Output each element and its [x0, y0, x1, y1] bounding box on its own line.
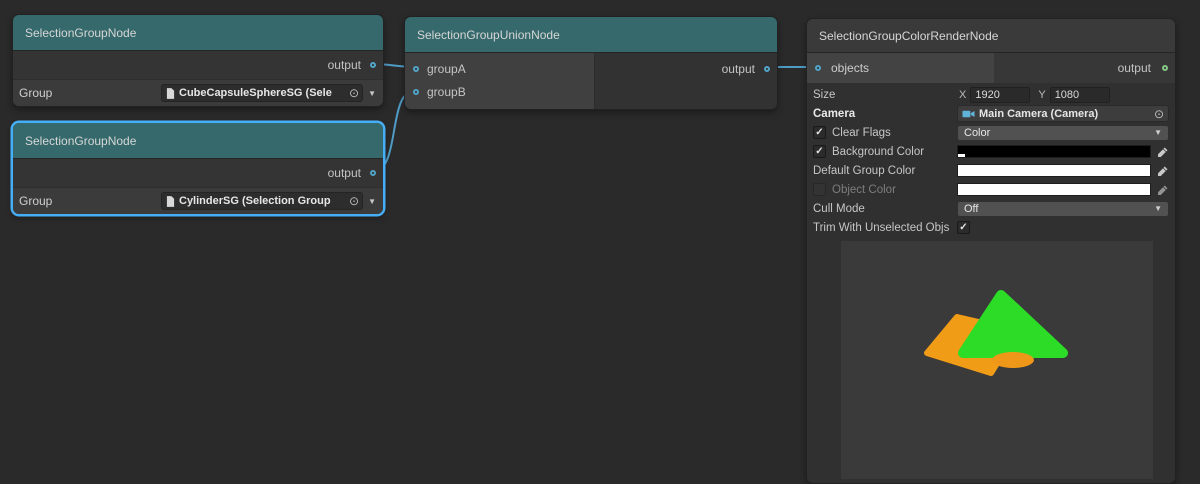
- group-object-name: CylinderSG (Selection Group: [179, 195, 344, 207]
- render-output-port[interactable]: [1162, 65, 1168, 71]
- node-header[interactable]: SelectionGroupNode: [13, 123, 383, 159]
- group-object-name: CubeCapsuleSphereSG (Sele: [179, 87, 344, 99]
- size-row: Size X Y: [811, 85, 1175, 104]
- default-group-color-label: Default Group Color: [813, 165, 915, 177]
- group-row: Group CylinderSG (Selection Group ⊙ ▼: [13, 187, 383, 214]
- selection-group-union-node[interactable]: SelectionGroupUnionNode groupA groupB ou…: [404, 16, 778, 110]
- selection-group-asset-icon: [166, 88, 175, 99]
- clear-flags-dropdown[interactable]: Color ▼: [957, 125, 1169, 141]
- object-color-row: Object Color: [811, 180, 1175, 199]
- output-port-label: output: [328, 166, 361, 180]
- node-title: SelectionGroupNode: [25, 26, 136, 40]
- node-header[interactable]: SelectionGroupNode: [13, 15, 383, 51]
- background-color-checkbox[interactable]: ✓: [813, 145, 826, 158]
- size-x-input[interactable]: [970, 87, 1030, 103]
- output-row: output: [13, 51, 383, 79]
- cull-mode-value: Off: [964, 203, 978, 215]
- objects-port-label: objects: [831, 61, 869, 75]
- output-port-label: output: [722, 62, 755, 76]
- output-port[interactable]: [370, 62, 376, 68]
- trim-row: Trim With Unselected Objs ✓: [811, 218, 1175, 237]
- render-preview: [841, 241, 1153, 479]
- cull-mode-row: Cull Mode Off ▼: [811, 199, 1175, 218]
- group-field-label: Group: [13, 86, 161, 100]
- input-ports-panel: groupA groupB: [405, 53, 595, 109]
- preview-green-cone: [963, 295, 1063, 353]
- output-row: output: [595, 57, 777, 80]
- camera-icon: [962, 109, 975, 119]
- eyedropper-icon[interactable]: [1157, 146, 1169, 158]
- output-port-label: output: [328, 58, 361, 72]
- ports-row: objects output: [807, 53, 1175, 83]
- y-axis-label: Y: [1038, 89, 1045, 101]
- size-y-input[interactable]: [1050, 87, 1110, 103]
- group-row: Group CubeCapsuleSphereSG (Sele ⊙ ▼: [13, 79, 383, 106]
- inspector-panel: Size X Y Camera Main Camera (: [807, 83, 1175, 479]
- foldout-arrow-icon[interactable]: ▼: [368, 89, 376, 98]
- cull-mode-label: Cull Mode: [813, 203, 865, 215]
- output-port-cell: output: [994, 53, 1175, 83]
- selection-group-node-top[interactable]: SelectionGroupNode output Group CubeCaps…: [12, 14, 384, 107]
- clear-flags-label: Clear Flags: [832, 127, 891, 139]
- union-node-body: groupA groupB output: [405, 53, 777, 109]
- camera-row: Camera Main Camera (Camera) ⊙: [811, 104, 1175, 123]
- x-axis-label: X: [959, 89, 966, 101]
- clear-flags-value: Color: [964, 127, 990, 139]
- objects-port[interactable]: [815, 65, 821, 71]
- objects-port-cell: objects: [807, 53, 994, 83]
- object-picker-icon[interactable]: ⊙: [348, 87, 360, 99]
- foldout-arrow-icon[interactable]: ▼: [368, 197, 376, 206]
- default-group-color-row: Default Group Color: [811, 161, 1175, 180]
- output-port-label: output: [1118, 61, 1151, 75]
- cull-mode-dropdown[interactable]: Off ▼: [957, 201, 1169, 217]
- background-color-row: ✓ Background Color: [811, 142, 1175, 161]
- camera-object-field[interactable]: Main Camera (Camera) ⊙: [957, 105, 1169, 122]
- selection-group-color-render-node[interactable]: SelectionGroupColorRenderNode objects ou…: [806, 18, 1176, 484]
- object-picker-icon[interactable]: ⊙: [1153, 108, 1165, 120]
- output-port[interactable]: [370, 170, 376, 176]
- node-header[interactable]: SelectionGroupColorRenderNode: [807, 19, 1175, 53]
- background-color-swatch[interactable]: [957, 145, 1151, 158]
- node-title: SelectionGroupColorRenderNode: [819, 29, 998, 43]
- union-output-port[interactable]: [764, 66, 770, 72]
- object-picker-icon[interactable]: ⊙: [348, 195, 360, 207]
- groupB-row: groupB: [405, 80, 594, 103]
- node-header[interactable]: SelectionGroupUnionNode: [405, 17, 777, 53]
- node-title: SelectionGroupUnionNode: [417, 28, 560, 42]
- eyedropper-icon[interactable]: [1157, 165, 1169, 177]
- groupA-port[interactable]: [413, 66, 419, 72]
- selection-group-asset-icon: [166, 196, 175, 207]
- object-color-label: Object Color: [832, 184, 896, 196]
- background-color-label: Background Color: [832, 146, 924, 158]
- output-ports-panel: output: [595, 53, 777, 109]
- eyedropper-icon[interactable]: [1157, 184, 1169, 196]
- camera-label: Camera: [813, 108, 855, 120]
- output-row: output: [13, 159, 383, 187]
- node-title: SelectionGroupNode: [25, 134, 136, 148]
- trim-label: Trim With Unselected Objs: [813, 222, 949, 234]
- group-field-label: Group: [13, 194, 161, 208]
- clear-flags-checkbox[interactable]: ✓: [813, 126, 826, 139]
- groupB-port-label: groupB: [427, 85, 466, 99]
- object-color-checkbox[interactable]: [813, 183, 826, 196]
- groupA-port-label: groupA: [427, 62, 466, 76]
- groupB-port[interactable]: [413, 89, 419, 95]
- render-preview-image: [841, 241, 1153, 479]
- trim-checkbox[interactable]: ✓: [957, 221, 970, 234]
- selection-group-node-bottom[interactable]: SelectionGroupNode output Group Cylinder…: [12, 122, 384, 215]
- node-graph-canvas[interactable]: SelectionGroupNode output Group CubeCaps…: [0, 0, 1200, 484]
- camera-object-name: Main Camera (Camera): [979, 108, 1149, 120]
- chevron-down-icon: ▼: [1154, 204, 1162, 213]
- clear-flags-row: ✓ Clear Flags Color ▼: [811, 123, 1175, 142]
- chevron-down-icon: ▼: [1154, 128, 1162, 137]
- groupA-row: groupA: [405, 57, 594, 80]
- size-label: Size: [813, 89, 835, 101]
- preview-orange-cylinder: [992, 352, 1034, 368]
- object-color-swatch[interactable]: [957, 183, 1151, 196]
- default-group-color-swatch[interactable]: [957, 164, 1151, 177]
- group-object-field[interactable]: CubeCapsuleSphereSG (Sele ⊙: [161, 84, 363, 102]
- group-object-field[interactable]: CylinderSG (Selection Group ⊙: [161, 192, 363, 210]
